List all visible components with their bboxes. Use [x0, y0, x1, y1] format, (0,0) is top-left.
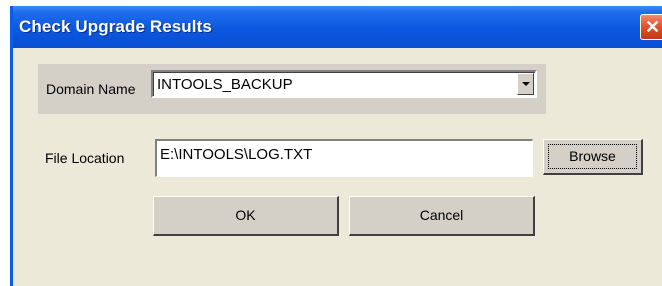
domain-name-dropdown[interactable]: INTOOLS_BACKUP [151, 70, 537, 98]
domain-name-selected-value: INTOOLS_BACKUP [157, 76, 293, 93]
domain-name-label: Domain Name [46, 81, 136, 97]
file-location-input[interactable]: E:\INTOOLS\LOG.TXT [155, 139, 533, 177]
cancel-button-label: Cancel [419, 207, 464, 223]
close-button[interactable]: ✕ [640, 14, 662, 40]
ok-button-label: OK [235, 207, 256, 223]
chevron-down-icon[interactable] [517, 73, 534, 95]
dialog-title: Check Upgrade Results [19, 17, 212, 36]
ok-button[interactable]: OK [153, 196, 339, 236]
browse-button[interactable]: Browse [543, 139, 643, 175]
cancel-button[interactable]: Cancel [349, 196, 535, 236]
close-icon: ✕ [644, 17, 661, 37]
check-upgrade-results-dialog: Check Upgrade Results ✕ Domain Name INTO… [10, 6, 662, 286]
file-location-label: File Location [45, 150, 125, 166]
title-bar[interactable]: Check Upgrade Results ✕ [13, 6, 662, 48]
focus-indicator [548, 144, 637, 169]
file-location-value: E:\INTOOLS\LOG.TXT [160, 146, 313, 163]
